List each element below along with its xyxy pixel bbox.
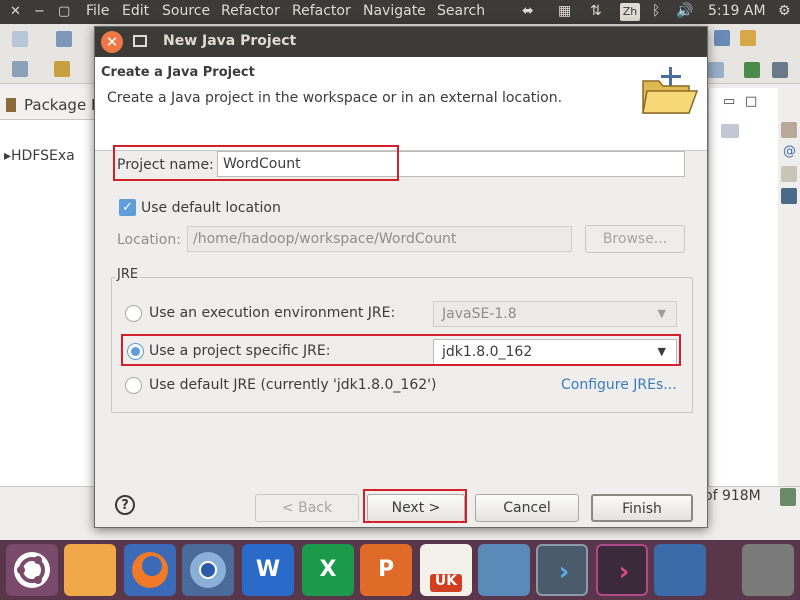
console-icon[interactable] [781,188,797,204]
project-specific-jre-label: Use a project specific JRE: [149,343,331,359]
maximize-icon[interactable] [133,35,147,47]
firefox-icon[interactable] [124,544,176,596]
tree-item-project[interactable]: ▸HDFSExa [4,148,75,164]
default-jre-radio[interactable] [125,377,142,394]
tasks-icon[interactable] [781,122,797,138]
wps-presentation-icon[interactable]: P [360,544,412,596]
project-name-label: Project name: [117,157,214,173]
project-specific-jre-value: jdk1.8.0_162 [442,344,533,360]
workspace-switcher-icon[interactable] [654,544,706,596]
ubuntu-logo-icon [14,552,50,588]
project-specific-jre-radio[interactable] [127,343,144,360]
open-perspective-icon[interactable] [708,62,724,78]
browse-button[interactable]: Browse... [585,225,685,253]
package-explorer-tab-label: Package E [24,96,100,114]
finish-button[interactable]: Finish [591,494,693,522]
menu-refactor-2[interactable]: Refactor [292,3,351,19]
wps-spreadsheets-icon[interactable]: X [302,544,354,596]
jre-group-label: JRE [115,267,141,282]
dialog-header: Create a Java Project Create a Java proj… [95,57,707,151]
dialog-title: New Java Project [163,33,297,49]
package-explorer: Package E ▸HDFSExa [0,88,100,486]
input-method-indicator[interactable]: Zh [620,3,640,21]
project-name-input[interactable]: WordCount [217,151,685,177]
ubuntu-dash-icon[interactable] [6,544,58,596]
tree-item-label: HDFSExa [11,148,75,164]
previous-edit-icon[interactable] [54,61,70,77]
debug-icon[interactable] [740,30,756,46]
minimize-window-icon[interactable]: − [34,4,45,19]
maximize-view-icon[interactable]: □ [745,94,757,109]
package-explorer-tab[interactable]: Package E [0,88,100,120]
menu-edit[interactable]: Edit [122,3,149,19]
project-specific-jre-select[interactable]: jdk1.8.0_162 ▼ [433,339,677,365]
chromium-icon[interactable] [182,544,234,596]
package-icon [6,98,16,112]
save-icon[interactable] [56,31,72,47]
ubuntu-software-icon[interactable]: UK [420,544,472,596]
right-trim-stack: @ [778,88,800,486]
trash-icon[interactable] [742,544,794,596]
clock[interactable]: 5:19 AM [708,3,766,19]
new-project-wizard-folder-icon [642,67,699,114]
chromium-logo-icon [190,552,226,588]
javadoc-icon[interactable]: @ [783,144,796,159]
wps-writer-icon[interactable]: W [242,544,294,596]
menu-search[interactable]: Search [437,3,485,19]
cancel-button[interactable]: Cancel [475,494,579,522]
perspective-icon[interactable] [714,30,730,46]
files-icon[interactable] [64,544,116,596]
close-icon[interactable]: ✕ [101,31,123,53]
execution-env-select[interactable]: JavaSE-1.8 ▼ [433,301,677,327]
java-perspective-icon[interactable] [744,62,760,78]
firefox-logo-icon [132,552,168,588]
team-perspective-icon[interactable] [772,62,788,78]
execution-env-value: JavaSE-1.8 [442,306,517,322]
declaration-icon[interactable] [781,166,797,182]
menu-refactor[interactable]: Refactor [221,3,280,19]
close-window-icon[interactable]: ✕ [10,4,21,19]
chevron-down-icon: ▼ [657,307,666,320]
settings-gear-icon[interactable]: ⚙ [778,3,791,19]
header-description: Create a Java project in the workspace o… [107,90,563,106]
outline-pane: ▭ □ [708,88,778,486]
menu-file[interactable]: File [86,3,109,19]
dialog-titlebar: ✕ New Java Project [95,27,707,57]
configure-jres-link[interactable]: Configure JREs... [561,377,677,393]
menu-source[interactable]: Source [162,3,210,19]
chevron-down-icon: ▼ [657,345,666,358]
header-title: Create a Java Project [101,65,255,80]
minimize-view-icon[interactable]: ▭ [723,94,735,109]
terminal-icon[interactable]: › [536,544,588,596]
remmina-icon[interactable] [478,544,530,596]
location-input[interactable]: /home/hadoop/workspace/WordCount [187,226,572,252]
terminal-active-icon[interactable]: › [596,544,648,596]
garbage-collect-icon[interactable] [780,488,796,506]
next-button[interactable]: Next > [367,494,465,522]
back-button[interactable]: < Back [255,494,359,522]
new-icon[interactable] [12,31,28,47]
help-button[interactable]: ? [115,495,135,515]
next-annotation-icon[interactable] [12,61,28,77]
network-icon[interactable]: ⬌ [522,3,534,19]
execution-env-label: Use an execution environment JRE: [149,305,396,321]
system-menubar: ✕ − ▢ File Edit Source Refactor Refactor… [0,0,800,24]
use-default-location-label: Use default location [141,200,281,216]
heap-status[interactable]: of 918M [704,488,761,504]
volume-icon[interactable]: 🔊 [676,3,693,19]
default-jre-label: Use default JRE (currently 'jdk1.8.0_162… [149,377,437,393]
location-label: Location: [117,232,181,248]
bluetooth-icon[interactable]: ᛒ [652,3,660,19]
outline-toolbar-icon[interactable] [721,124,739,138]
use-default-location-checkbox[interactable]: ✓ [119,199,136,216]
execution-env-radio[interactable] [125,305,142,322]
transfer-icon[interactable]: ⇅ [590,3,602,19]
new-java-project-dialog: ✕ New Java Project Create a Java Project… [94,26,708,528]
restore-window-icon[interactable]: ▢ [58,4,70,19]
menu-navigate[interactable]: Navigate [363,3,426,19]
calendar-icon[interactable]: ▦ [558,3,571,19]
